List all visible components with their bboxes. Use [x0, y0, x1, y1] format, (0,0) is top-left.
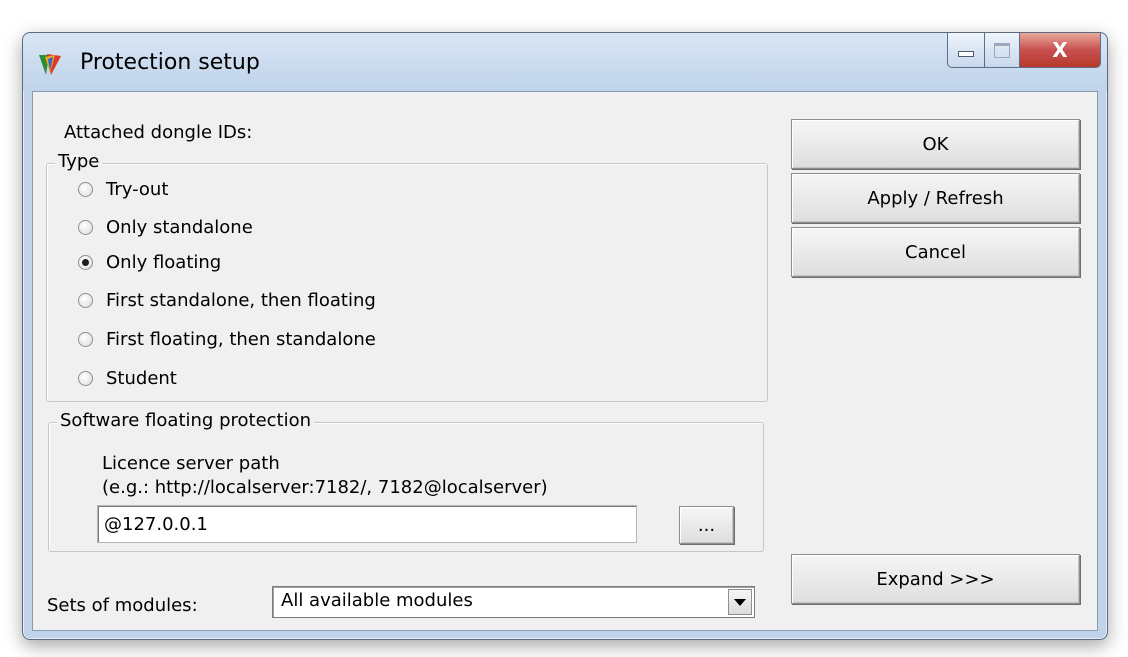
- radio-only-standalone[interactable]: Only standalone: [78, 215, 253, 239]
- radio-label: First standalone, then floating: [106, 289, 376, 311]
- cancel-button[interactable]: Cancel: [791, 227, 1080, 277]
- radio-button[interactable]: [78, 331, 93, 347]
- licence-server-path-input[interactable]: @127.0.0.1: [97, 505, 637, 543]
- ok-button-label: OK: [922, 133, 949, 155]
- maximize-icon: [994, 42, 1010, 58]
- chevron-down-icon[interactable]: [728, 589, 752, 615]
- radio-first-standalone-then-floating[interactable]: First standalone, then floating: [78, 288, 376, 312]
- radio-button[interactable]: [78, 370, 93, 386]
- apply-button-label: Apply / Refresh: [867, 187, 1004, 209]
- floating-group-legend: Software floating protection: [57, 410, 315, 431]
- radio-label: Only floating: [106, 251, 222, 273]
- apply-refresh-button[interactable]: Apply / Refresh: [791, 173, 1080, 223]
- sets-of-modules-dropdown[interactable]: All available modules: [272, 586, 755, 618]
- radio-label: Only standalone: [106, 216, 253, 238]
- close-icon: X: [1052, 38, 1068, 62]
- minimize-icon: [958, 51, 974, 57]
- cancel-button-label: Cancel: [905, 241, 966, 263]
- app-logo-icon: [39, 54, 61, 75]
- sets-of-modules-label: Sets of modules:: [47, 595, 198, 616]
- dialog-client-area: Attached dongle IDs: Type Try-out Only s…: [32, 91, 1098, 631]
- dropdown-selected-value: All available modules: [281, 590, 473, 611]
- radio-label: First floating, then standalone: [106, 328, 376, 350]
- radio-button[interactable]: [78, 181, 93, 197]
- minimize-button[interactable]: [947, 33, 985, 68]
- window-title: Protection setup: [80, 50, 260, 75]
- caption-buttons: X: [947, 33, 1101, 69]
- protection-setup-window: Protection setup X Attached dongle IDs: …: [22, 32, 1108, 640]
- radio-button[interactable]: [78, 254, 93, 270]
- radio-button[interactable]: [78, 219, 93, 235]
- attached-dongle-label: Attached dongle IDs:: [64, 122, 253, 143]
- radio-try-out[interactable]: Try-out: [78, 177, 168, 201]
- radio-label: Try-out: [106, 178, 169, 200]
- radio-first-floating-then-standalone[interactable]: First floating, then standalone: [78, 327, 376, 351]
- maximize-button[interactable]: [985, 33, 1020, 68]
- browse-button-label: ...: [697, 514, 716, 536]
- title-bar[interactable]: Protection setup X: [23, 33, 1107, 91]
- ok-button[interactable]: OK: [791, 119, 1080, 169]
- licence-path-hint: (e.g.: http://localserver:7182/, 7182@lo…: [102, 477, 548, 498]
- radio-label: Student: [106, 367, 177, 389]
- close-button[interactable]: X: [1020, 33, 1101, 68]
- licence-path-label: Licence server path: [102, 453, 280, 474]
- radio-student[interactable]: Student: [78, 366, 177, 390]
- type-group-legend: Type: [55, 151, 103, 172]
- expand-button-label: Expand >>>: [876, 568, 995, 590]
- expand-button[interactable]: Expand >>>: [791, 554, 1080, 604]
- radio-only-floating[interactable]: Only floating: [78, 250, 221, 274]
- radio-button[interactable]: [78, 292, 93, 308]
- browse-button[interactable]: ...: [679, 506, 734, 544]
